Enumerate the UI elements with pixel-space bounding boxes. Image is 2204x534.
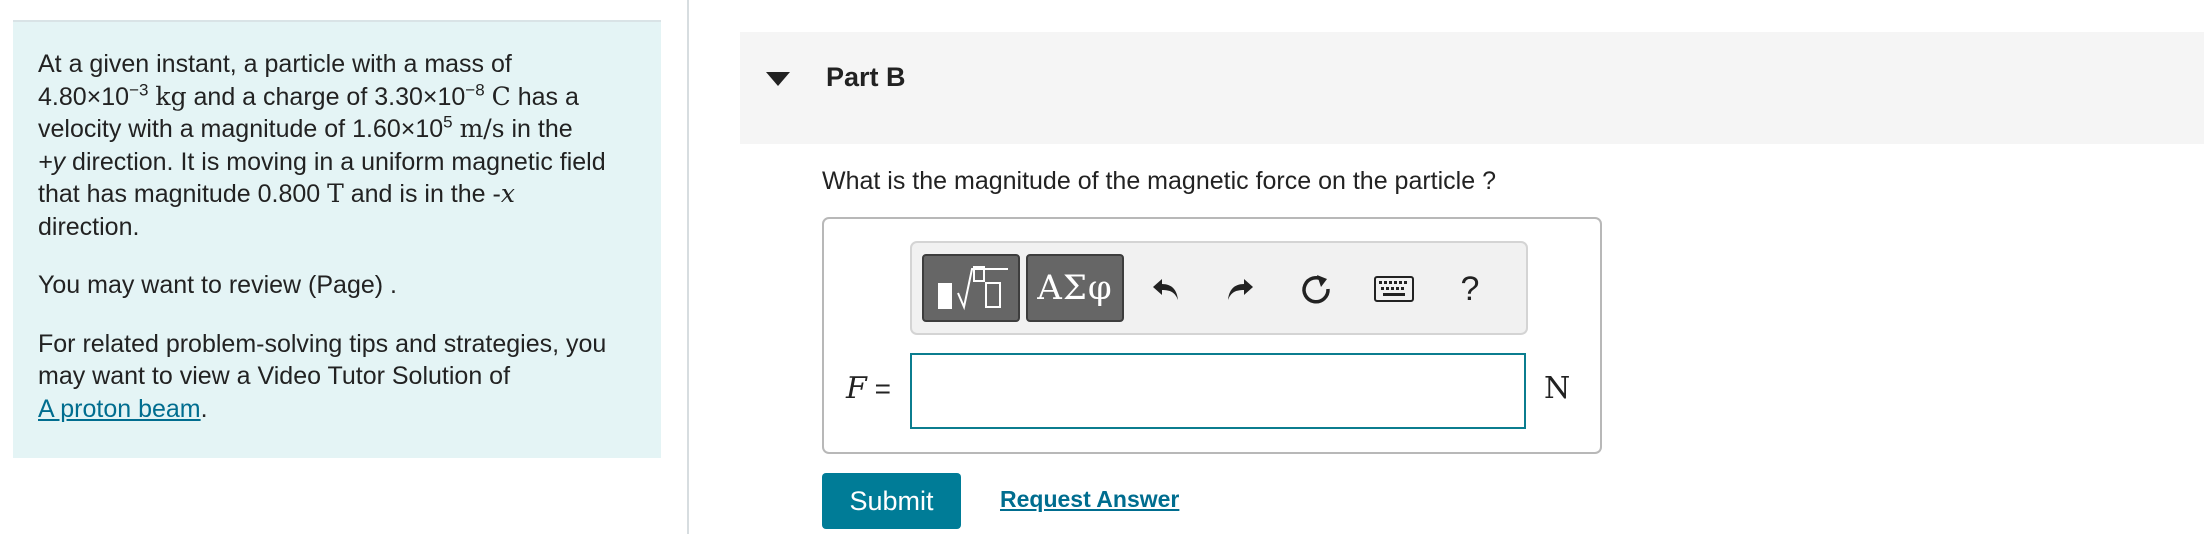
math-toolbar: ΑΣφ ? [910,241,1528,335]
column-divider [687,0,689,534]
answer-variable: F [846,371,867,406]
field-text: that has magnitude [38,180,258,208]
redo-icon [1228,279,1253,300]
related-text-block: For related problem-solving tips and str… [38,328,636,426]
period: . [200,394,208,423]
charge-unit: C [491,81,511,111]
related-text: For related problem-solving tips and str… [38,329,607,391]
collapse-caret-icon[interactable] [766,72,790,86]
review-text: You may want to review (Page) . [38,271,397,299]
charge-exponent: −8 [465,80,485,100]
moving-text: direction. It is moving in a uniform mag… [65,147,606,176]
submit-button[interactable]: Submit [822,473,961,529]
keyboard-button[interactable] [1370,267,1418,311]
answer-unit: N [1544,371,1571,406]
templates-icon [938,266,1008,311]
has-a-text: has a [510,82,579,111]
keyboard-icon [1374,276,1414,302]
problem-text: At a given instant, a particle with a ma… [38,48,636,243]
part-title: Part B [826,62,906,92]
answer-equals: = [866,373,891,404]
undo-button[interactable] [1144,267,1188,311]
field-direction-text: and is in the - [343,180,501,208]
charge-value: 3.30×10 [374,82,466,111]
redo-button[interactable] [1218,267,1262,311]
field-unit: T [327,179,344,208]
answer-input[interactable] [910,353,1526,429]
mass-exponent: −3 [129,80,149,100]
undo-icon [1153,279,1178,300]
answer-box: ΑΣφ ? F = N [822,217,1602,454]
part-header[interactable]: Part B [740,32,2204,144]
reset-button[interactable] [1294,267,1338,311]
and-charge-text: and a charge of [186,82,375,111]
direction-word: direction. [38,212,140,241]
in-the-text: in the [504,115,573,143]
direction-x: x [500,179,515,208]
help-button[interactable]: ? [1448,267,1492,311]
velocity-unit: m/s [459,114,505,143]
velocity-value: 1.60×10 [352,115,444,143]
velocity-text: velocity with a magnitude of [38,115,353,143]
problem-statement: At a given instant, a particle with a ma… [13,22,661,458]
field-value: 0.800 [257,180,321,208]
mass-value: 4.80×10 [38,82,130,111]
velocity-exponent: 5 [443,112,453,132]
request-answer-link[interactable]: Request Answer [1000,486,1179,513]
answer-label: F = [846,371,891,406]
greek-symbols-button[interactable]: ΑΣφ [1026,254,1124,322]
templates-button[interactable] [922,254,1020,322]
question-text: What is the magnitude of the magnetic fo… [822,167,1496,195]
video-tutor-link[interactable]: A proton beam [38,395,201,423]
direction-y: +y [38,147,66,176]
reset-icon [1302,275,1330,304]
mass-unit: kg [155,81,187,111]
problem-line-1: At a given instant, a particle with a ma… [38,50,512,78]
